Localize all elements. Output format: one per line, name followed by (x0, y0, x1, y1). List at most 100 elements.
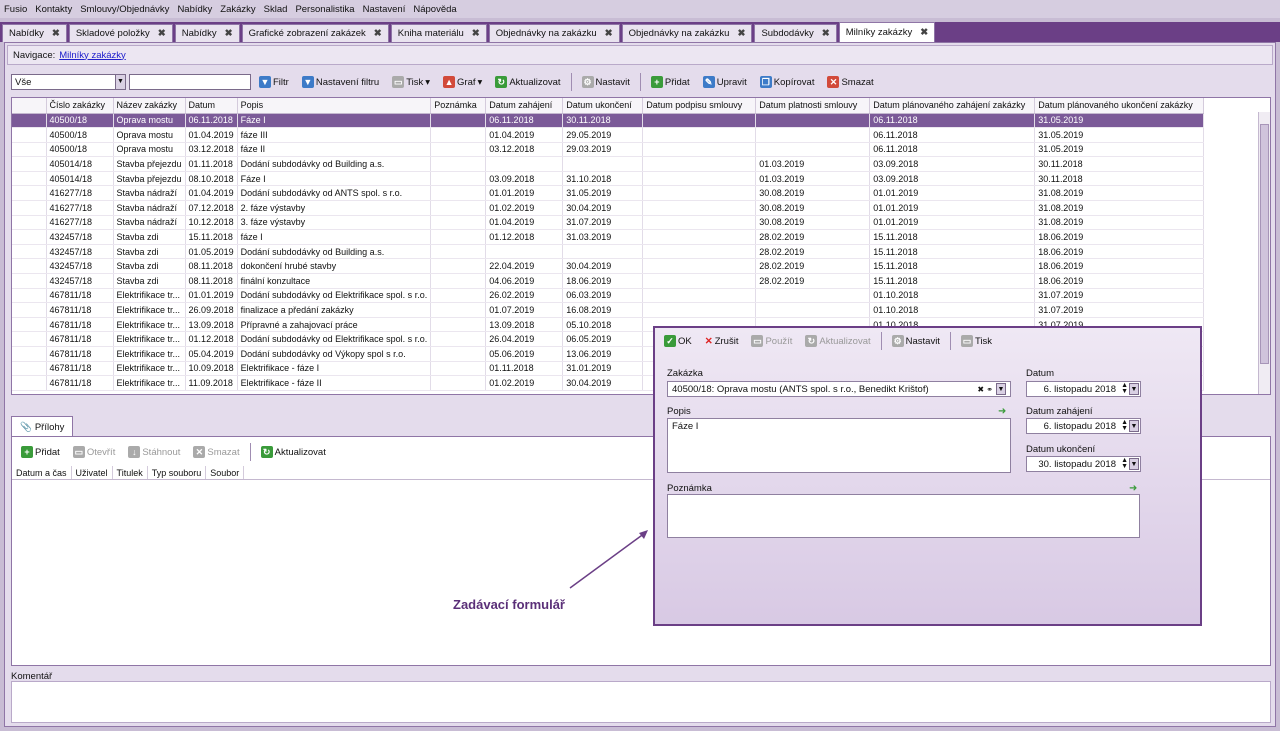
table-cell[interactable]: Dodání subdodávky od Building a.s. (237, 156, 432, 172)
table-cell[interactable]: 31.05.2019 (1034, 142, 1205, 158)
table-cell[interactable]: 06.11.2018 (869, 142, 1036, 158)
row-indicator[interactable] (12, 288, 47, 304)
table-cell[interactable]: 01.04.2019 (185, 127, 238, 143)
table-cell[interactable]: 01.02.2019 (485, 375, 564, 391)
attachment-column-header[interactable]: Typ souboru (148, 466, 207, 479)
table-cell[interactable]: 2. fáze výstavby (237, 200, 432, 216)
table-cell[interactable]: 18.06.2019 (1034, 229, 1205, 245)
table-cell[interactable]: 30.08.2019 (755, 215, 871, 231)
spinner-icon[interactable]: ▲ ▼ (1121, 457, 1128, 470)
scrollbar-thumb[interactable] (1260, 124, 1269, 364)
table-cell[interactable] (430, 375, 487, 391)
table-row[interactable]: 40500/18 Oprava mostu 03.12.2018 fáze II 03.… (12, 142, 1205, 158)
table-cell[interactable]: Elektrifikace tr... (113, 375, 186, 391)
attachment-column-header[interactable]: Titulek (113, 466, 148, 479)
table-cell[interactable]: 05.06.2019 (485, 346, 564, 362)
table-cell[interactable] (642, 302, 757, 318)
column-header[interactable]: Datum plánovaného ukončení zakázky (1034, 98, 1205, 114)
row-indicator[interactable] (12, 156, 47, 172)
row-indicator[interactable] (12, 244, 47, 260)
table-cell[interactable]: 07.12.2018 (185, 200, 238, 216)
table-cell[interactable]: finalizace a předání zakázky (237, 302, 432, 318)
table-cell[interactable]: 29.05.2019 (562, 127, 644, 143)
row-indicator[interactable] (12, 113, 47, 129)
table-cell[interactable]: Stavba nádraží (113, 215, 186, 231)
table-cell[interactable]: 15.11.2018 (869, 229, 1036, 245)
document-tab[interactable]: Kniha materiálu ✖ (390, 24, 487, 42)
table-cell[interactable]: Elektrifikace tr... (113, 288, 186, 304)
attachment-open-button[interactable]: ▭ Otevřít (68, 443, 121, 461)
table-cell[interactable]: Dodání subdodávky od ANTS spol. s r.o. (237, 185, 432, 202)
table-cell[interactable]: 18.06.2019 (562, 273, 644, 289)
table-row[interactable]: 432457/18 Stavba zdi 08.11.2018 finální kon… (12, 273, 1205, 289)
table-cell[interactable] (430, 113, 487, 129)
table-cell[interactable]: 28.02.2019 (755, 244, 871, 260)
table-cell[interactable]: Oprava mostu (113, 113, 186, 129)
close-icon[interactable]: ✖ (158, 28, 166, 39)
table-cell[interactable] (430, 229, 487, 245)
menu-item[interactable]: Personalistika (295, 4, 354, 15)
table-cell[interactable]: 416277/18 (46, 200, 114, 216)
close-icon[interactable]: ✖ (605, 28, 613, 39)
row-indicator[interactable] (12, 302, 47, 318)
table-row[interactable]: 405014/18 Stavba přejezdu 08.10.2018 Fáze I… (12, 171, 1205, 187)
table-cell[interactable] (755, 302, 871, 318)
column-header[interactable]: Datum (185, 98, 238, 114)
order-input[interactable]: 40500/18: Oprava mostu (ANTS spol. s r.o… (667, 381, 1011, 397)
table-cell[interactable] (430, 361, 487, 377)
table-cell[interactable]: Dodání subdodávky od Elektrifikace spol.… (237, 331, 432, 347)
print-button[interactable]: ▭ Tisk ▾ (387, 73, 435, 91)
table-cell[interactable]: 01.12.2018 (185, 331, 238, 347)
table-cell[interactable] (430, 156, 487, 172)
table-cell[interactable]: 40500/18 (46, 113, 114, 129)
table-cell[interactable]: Dodání subdodávky od Výkopy spol s r.o. (237, 346, 432, 362)
column-header[interactable]: Název zakázky (113, 98, 186, 114)
table-cell[interactable]: Stavba nádraží (113, 185, 186, 202)
table-cell[interactable]: 01.01.2019 (869, 215, 1036, 231)
table-cell[interactable] (642, 185, 757, 202)
column-header[interactable]: Popis (237, 98, 432, 114)
table-cell[interactable] (430, 302, 487, 318)
table-cell[interactable]: 10.09.2018 (185, 361, 238, 377)
table-cell[interactable]: 30.04.2019 (562, 200, 644, 216)
column-header[interactable]: Číslo zakázky (46, 98, 114, 114)
table-cell[interactable]: 416277/18 (46, 185, 114, 202)
filter-search-input[interactable] (129, 74, 251, 90)
table-cell[interactable]: 15.11.2018 (869, 273, 1036, 289)
table-cell[interactable]: 40500/18 (46, 127, 114, 143)
table-row[interactable]: 432457/18 Stavba zdi 15.11.2018 fáze I 01.12… (12, 229, 1205, 245)
close-icon[interactable]: ✖ (374, 28, 382, 39)
document-tab[interactable]: Nabídky ✖ (174, 24, 240, 42)
table-cell[interactable] (642, 171, 757, 187)
table-cell[interactable]: Dodání subdodávky od Building a.s. (237, 244, 432, 260)
grid-vertical-scrollbar[interactable] (1258, 112, 1270, 394)
table-cell[interactable] (755, 142, 871, 158)
close-icon[interactable]: ✖ (225, 28, 233, 39)
table-cell[interactable]: finální konzultace (237, 273, 432, 289)
table-cell[interactable]: 31.07.2019 (1034, 302, 1205, 318)
table-row[interactable]: 416277/18 Stavba nádraží 01.04.2019 Dodání … (12, 185, 1205, 202)
table-cell[interactable]: 01.01.2019 (869, 200, 1036, 216)
table-cell[interactable]: 01.01.2019 (869, 185, 1036, 202)
table-cell[interactable]: 30.04.2019 (562, 258, 644, 275)
document-tab[interactable]: Subdodávky ✖ (754, 24, 837, 42)
close-icon[interactable]: ✖ (920, 27, 928, 38)
menu-item[interactable]: Fusio (4, 4, 27, 15)
table-cell[interactable] (642, 215, 757, 231)
table-cell[interactable]: 467811/18 (46, 375, 114, 391)
description-input[interactable]: Fáze I (667, 418, 1011, 473)
table-cell[interactable] (430, 273, 487, 289)
table-cell[interactable]: 06.11.2018 (869, 127, 1036, 143)
table-cell[interactable] (430, 127, 487, 143)
spinner-icon[interactable]: ▲ ▼ (1121, 382, 1128, 395)
calendar-dropdown-icon[interactable]: ▼ (1129, 420, 1139, 432)
row-indicator[interactable] (12, 361, 47, 377)
start-date-picker[interactable]: 6. listopadu 2018 ▲ ▼ ▼ (1026, 418, 1141, 434)
menu-item[interactable]: Nápověda (413, 4, 456, 15)
column-header[interactable]: Datum platnosti smlouvy (755, 98, 871, 114)
use-button[interactable]: ▭ Použít (746, 332, 797, 350)
document-tab[interactable]: Objednávky na zakázku ✖ (621, 24, 753, 42)
table-cell[interactable]: 01.04.2019 (185, 185, 238, 202)
table-cell[interactable]: 31.08.2019 (1034, 200, 1205, 216)
menu-item[interactable]: Kontakty (35, 4, 72, 15)
